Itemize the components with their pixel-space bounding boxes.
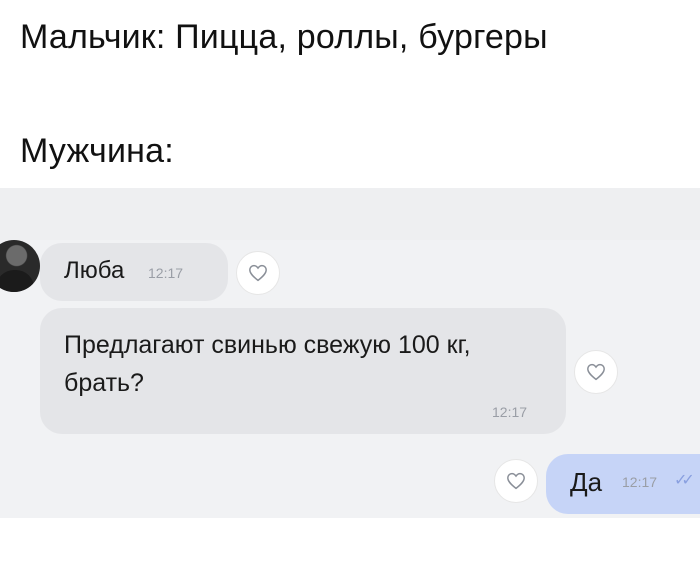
outgoing-message-timestamp: 12:17 xyxy=(622,474,658,490)
sender-name[interactable]: Люба xyxy=(64,257,124,285)
incoming-message-text: Предлагают свинью свежую 100 кг, брать? xyxy=(64,331,471,397)
outgoing-message-text: Да xyxy=(570,467,603,497)
heart-icon[interactable] xyxy=(236,251,280,295)
double-check-icon: ✓✓ xyxy=(674,472,695,489)
caption-line-2: Мужчина: xyxy=(20,132,174,170)
sender-timestamp: 12:17 xyxy=(148,265,184,281)
heart-icon[interactable] xyxy=(574,350,618,394)
incoming-message-timestamp: 12:17 xyxy=(492,404,528,420)
heart-icon[interactable] xyxy=(494,459,538,503)
caption-line-1: Мальчик: Пицца, роллы, бургеры xyxy=(20,18,548,56)
chat-header-strip xyxy=(0,188,700,240)
